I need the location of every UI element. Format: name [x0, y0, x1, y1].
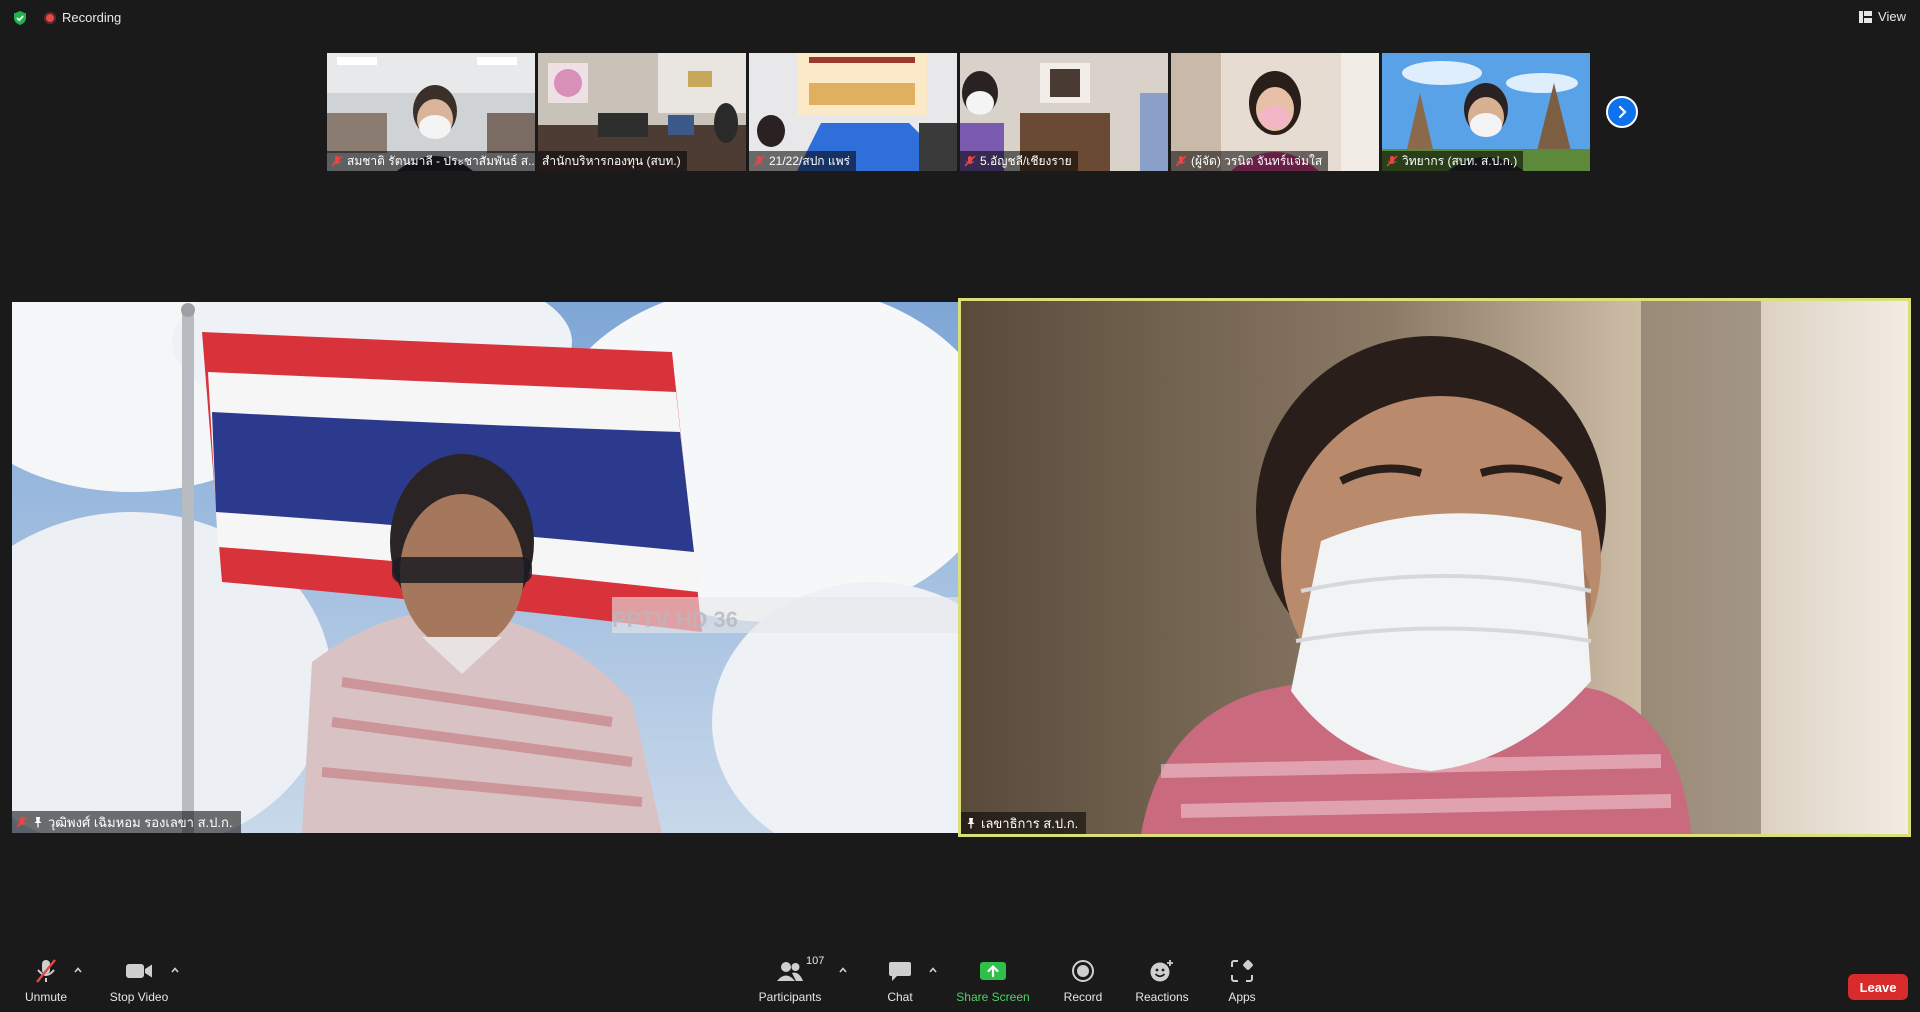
participant-name: สมชาติ รัตนมาลี - ประชาสัมพันธ์ ส...	[347, 153, 535, 168]
view-label: View	[1878, 9, 1906, 24]
recording-indicator[interactable]: Recording	[44, 10, 121, 25]
stop-video-label: Stop Video	[109, 990, 169, 1004]
reactions-smiley-icon	[1150, 960, 1173, 982]
participant-video-tile-left[interactable]: PPTV HD 36 วุฒิพงศ์ เฉิมหอม รองเลขา ส.ป.…	[12, 302, 958, 833]
participant-thumbnail[interactable]: สำนักบริหารกองทุน (สบท.)	[538, 53, 746, 171]
participant-thumbnail[interactable]: สมชาติ รัตนมาลี - ประชาสัมพันธ์ ส...	[327, 53, 535, 171]
participant-name-tag: สมชาติ รัตนมาลี - ประชาสัมพันธ์ ส...	[327, 151, 535, 171]
participant-name-tag: เลขาธิการ ส.ป.ก.	[961, 812, 1087, 834]
record-icon	[1072, 960, 1094, 982]
share-screen-icon	[980, 962, 1006, 980]
pin-icon	[967, 818, 975, 829]
participant-name-tag: สำนักบริหารกองทุน (สบท.)	[538, 151, 687, 171]
participant-name: วุฒิพงศ์ เฉิมหอม รองเลขา ส.ป.ก.	[48, 814, 233, 830]
top-status-bar: Recording View	[0, 0, 1920, 34]
participants-label: Participants	[758, 990, 822, 1004]
participant-thumbnail[interactable]: (ผู้จัด) วรนิต จันทร์แจ่มใส	[1171, 53, 1379, 171]
record-label: Record	[1063, 990, 1103, 1004]
unmute-button[interactable]: Unmute	[18, 952, 74, 1012]
unmute-label: Unmute	[24, 990, 68, 1004]
share-screen-label: Share Screen	[956, 990, 1030, 1004]
participants-icon	[777, 962, 803, 981]
next-page-button[interactable]	[1606, 96, 1638, 128]
participant-name-tag: วุฒิพงศ์ เฉิมหอม รองเลขา ส.ป.ก.	[12, 811, 241, 833]
chat-bubble-icon	[889, 962, 911, 981]
security-shield-icon[interactable]	[12, 10, 28, 26]
participant-video: PPTV HD 36	[12, 302, 958, 833]
muted-mic-icon	[1386, 155, 1398, 167]
participant-name: เลขาธิการ ส.ป.ก.	[981, 815, 1079, 831]
participant-name: สำนักบริหารกองทุน (สบท.)	[542, 153, 681, 168]
muted-mic-icon	[331, 155, 343, 167]
chat-options-caret-icon[interactable]	[928, 966, 938, 974]
record-button[interactable]: Record	[1058, 952, 1108, 1012]
participant-video-tile-active-speaker[interactable]: เลขาธิการ ส.ป.ก.	[958, 298, 1911, 837]
participant-name: วิทยากร (สบท. ส.ป.ก.)	[1402, 153, 1518, 168]
muted-mic-icon	[1175, 155, 1187, 167]
tv-watermark: PPTV HD 36	[612, 607, 738, 632]
audio-options-caret-icon[interactable]	[73, 966, 83, 974]
apps-button[interactable]: Apps	[1222, 952, 1262, 1012]
participant-video	[961, 301, 1908, 834]
meeting-controls-toolbar: Unmute Stop Video Participants 107 Chat …	[0, 952, 1920, 1012]
view-grid-icon	[1859, 10, 1873, 23]
participant-name-tag: 21/22/สปก แพร่	[749, 151, 856, 171]
participant-name-tag: 5.อัญชลี/เชียงราย	[960, 151, 1078, 171]
chat-label: Chat	[887, 990, 913, 1004]
stop-video-button[interactable]: Stop Video	[104, 952, 174, 1012]
muted-mic-icon	[16, 816, 28, 828]
chevron-right-icon	[1618, 105, 1627, 119]
reactions-button[interactable]: Reactions	[1132, 952, 1192, 1012]
chat-button[interactable]: Chat	[876, 952, 924, 1012]
view-button[interactable]: View	[1859, 9, 1906, 24]
reactions-label: Reactions	[1135, 990, 1189, 1004]
participants-count: 107	[806, 955, 825, 967]
recording-label: Recording	[62, 10, 122, 25]
muted-microphone-icon	[36, 959, 56, 983]
participant-name: 21/22/สปก แพร่	[769, 153, 850, 168]
participant-name-tag: วิทยากร (สบท. ส.ป.ก.)	[1382, 151, 1524, 171]
participant-name: 5.อัญชลี/เชียงราย	[980, 153, 1072, 168]
participant-thumbnail[interactable]: วิทยากร (สบท. ส.ป.ก.)	[1382, 53, 1590, 171]
video-camera-icon	[126, 964, 152, 978]
participant-thumbnail[interactable]: 21/22/สปก แพร่	[749, 53, 957, 171]
apps-icon	[1231, 960, 1253, 982]
muted-mic-icon	[964, 155, 976, 167]
participants-options-caret-icon[interactable]	[838, 966, 848, 974]
participant-name: (ผู้จัด) วรนิต จันทร์แจ่มใส	[1191, 153, 1323, 168]
zoom-meeting-window: Recording View สมชาติ รัตนมาลี - ประชาสั…	[0, 0, 1920, 1012]
leave-button[interactable]: Leave	[1848, 974, 1908, 1000]
pin-icon	[34, 817, 42, 828]
participant-name-tag: (ผู้จัด) วรนิต จันทร์แจ่มใส	[1171, 151, 1329, 171]
participant-thumbnail-strip: สมชาติ รัตนมาลี - ประชาสัมพันธ์ ส... สำน…	[327, 53, 1590, 171]
apps-label: Apps	[1228, 990, 1256, 1004]
participant-thumbnail[interactable]: 5.อัญชลี/เชียงราย	[960, 53, 1168, 171]
share-screen-button[interactable]: Share Screen	[954, 952, 1032, 1012]
video-options-caret-icon[interactable]	[170, 966, 180, 974]
muted-mic-icon	[753, 155, 765, 167]
recording-dot-icon	[44, 11, 56, 24]
